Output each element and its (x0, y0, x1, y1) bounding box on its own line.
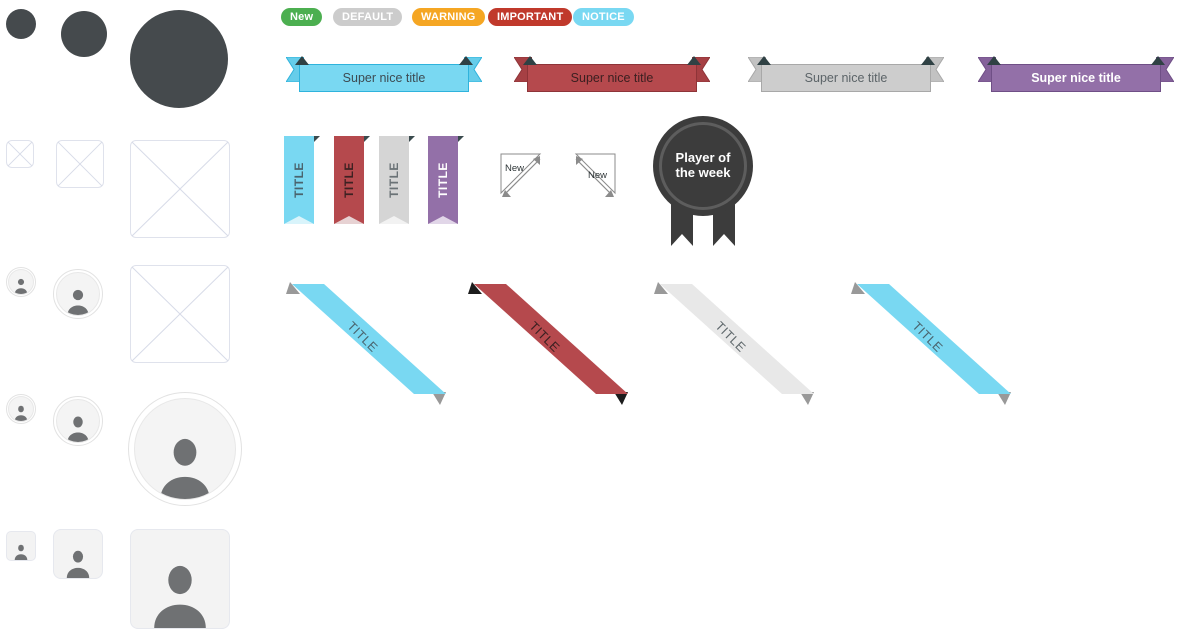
placeholder-cross-icon (57, 141, 103, 187)
vertical-ribbon-label: TITLE (436, 162, 451, 198)
placeholder-cross-icon (7, 141, 33, 167)
vertical-ribbon-red: TITLE (334, 136, 370, 224)
person-icon (67, 416, 89, 442)
diagonal-ribbon-blue: TITLE (280, 272, 460, 417)
ribbon-label: Super nice title (991, 64, 1161, 92)
vertical-ribbon-blue: TITLE (284, 136, 320, 224)
horizontal-ribbon-purple: Super nice title (978, 50, 1174, 100)
avatar-circle-md-2 (53, 396, 103, 446)
ribbon-label: Super nice title (761, 64, 931, 92)
person-icon (14, 544, 28, 560)
vertical-ribbon-gray: TITLE (379, 136, 415, 224)
image-placeholder-large-2 (130, 265, 230, 363)
corner-tag-new-right[interactable]: New (568, 153, 616, 201)
person-icon (66, 550, 90, 578)
horizontal-ribbon-red: Super nice title (514, 50, 710, 100)
image-placeholder-large (130, 140, 230, 238)
ribbon-fold-icon (458, 136, 464, 142)
badge-notice[interactable]: NOTICE (573, 8, 634, 26)
person-icon (67, 289, 89, 315)
ui-components-showcase: New DEFAULT WARNING IMPORTANT NOTICE Sup… (0, 0, 1188, 637)
vertical-ribbon-label: TITLE (342, 162, 357, 198)
diagonal-ribbon-white: TITLE (648, 272, 828, 417)
dark-circle-small (6, 9, 36, 39)
person-icon (14, 405, 28, 421)
vertical-ribbon-label: TITLE (292, 162, 307, 198)
avatar-circle-lg-2 (128, 392, 242, 506)
person-icon (154, 565, 206, 628)
dark-circle-large (130, 10, 228, 108)
horizontal-ribbon-blue: Super nice title (286, 50, 482, 100)
ribbon-fold-left-icon (523, 56, 537, 65)
ribbon-notch-icon (379, 216, 409, 224)
badge-important[interactable]: IMPORTANT (488, 8, 573, 26)
ribbon-fold-icon (314, 136, 320, 142)
corner-tag-new-left[interactable]: New (500, 153, 548, 201)
placeholder-cross-icon (131, 141, 229, 237)
medal-text-line2: the week (675, 165, 731, 180)
vertical-ribbon-purple: TITLE (428, 136, 464, 224)
placeholder-cross-icon (131, 266, 229, 362)
avatar-square-small (6, 531, 36, 561)
ribbon-fold-right-icon (459, 56, 473, 65)
badge-default[interactable]: DEFAULT (333, 8, 403, 26)
avatar-square-medium (53, 529, 103, 579)
avatar-circle-medium (53, 269, 103, 319)
ribbon-fold-right-icon (921, 56, 935, 65)
vertical-ribbon-label: TITLE (387, 162, 402, 198)
award-medal: Player of the week (653, 116, 757, 246)
medal-inner-ring: Player of the week (659, 122, 747, 210)
ribbon-fold-right-icon (1151, 56, 1165, 65)
avatar-circle-sm-2 (6, 394, 36, 424)
ribbon-notch-icon (284, 216, 314, 224)
ribbon-fold-left-icon (295, 56, 309, 65)
ribbon-fold-icon (409, 136, 415, 142)
avatar-square-large (130, 529, 230, 629)
ribbon-notch-icon (428, 216, 458, 224)
image-placeholder-small (6, 140, 34, 168)
dark-circle-medium (61, 11, 107, 57)
person-icon (14, 278, 28, 294)
corner-tag-label: New (505, 163, 525, 174)
person-icon (160, 438, 210, 499)
ribbon-fold-left-icon (757, 56, 771, 65)
image-placeholder-medium (56, 140, 104, 188)
avatar-circle-small (6, 267, 36, 297)
ribbon-label: Super nice title (527, 64, 697, 92)
medal-disc: Player of the week (653, 116, 753, 216)
horizontal-ribbon-gray: Super nice title (748, 50, 944, 100)
ribbon-notch-icon (334, 216, 364, 224)
diagonal-ribbon-blue-2: TITLE (845, 272, 1025, 417)
ribbon-fold-right-icon (687, 56, 701, 65)
medal-text: Player of the week (675, 150, 731, 181)
corner-triangle-icon (500, 153, 542, 197)
ribbon-label: Super nice title (299, 64, 469, 92)
badge-warning[interactable]: WARNING (412, 8, 485, 26)
diagonal-ribbon-red: TITLE (462, 272, 642, 417)
medal-text-line1: Player of (675, 150, 731, 166)
badge-new[interactable]: New (281, 8, 323, 26)
ribbon-fold-left-icon (987, 56, 1001, 65)
corner-tag-label: New (588, 170, 608, 181)
ribbon-fold-icon (364, 136, 370, 142)
